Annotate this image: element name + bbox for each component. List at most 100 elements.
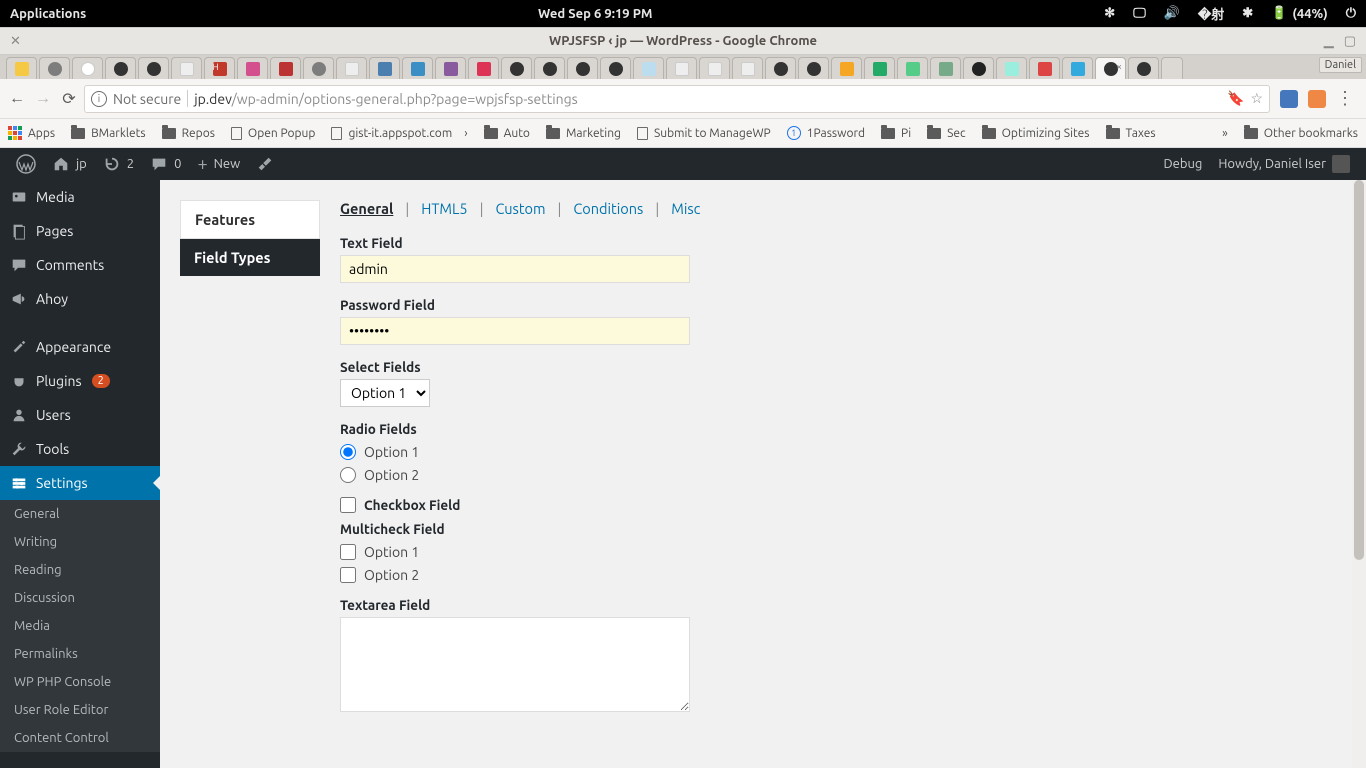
browser-tab[interactable]	[171, 57, 202, 79]
browser-tab[interactable]	[831, 57, 862, 79]
browser-tab[interactable]	[864, 57, 895, 79]
bookmark-folder[interactable]: Marketing	[546, 127, 621, 140]
browser-tab[interactable]	[303, 57, 334, 79]
wifi-icon[interactable]: �射	[1198, 4, 1224, 23]
battery-indicator[interactable]: 🔋 (44%)	[1271, 6, 1328, 21]
browser-tab[interactable]	[501, 57, 532, 79]
site-link[interactable]: jp	[44, 148, 95, 180]
menu-users[interactable]: Users	[0, 398, 160, 432]
browser-tab[interactable]	[567, 57, 598, 79]
browser-tab[interactable]	[963, 57, 994, 79]
apps-shortcut[interactable]: Apps	[8, 126, 55, 140]
bookmark-folder[interactable]: Pi	[881, 127, 911, 140]
browser-tab[interactable]	[72, 57, 103, 79]
tab-custom[interactable]: Custom	[495, 200, 545, 217]
bookmark-folder[interactable]: Repos	[162, 127, 215, 140]
submenu-permalinks[interactable]: Permalinks	[0, 640, 160, 668]
menu-comments[interactable]: Comments	[0, 248, 160, 282]
bookmarks-overflow[interactable]: »	[1222, 127, 1228, 140]
submenu-media[interactable]: Media	[0, 612, 160, 640]
submenu-writing[interactable]: Writing	[0, 528, 160, 556]
bookmark-folder[interactable]: BMarklets	[71, 127, 146, 140]
reload-button[interactable]: ⟳	[58, 89, 80, 108]
bluetooth-icon[interactable]: ✱	[1242, 6, 1253, 21]
tab-general[interactable]: General	[340, 200, 393, 217]
select-field[interactable]: Option 1	[340, 379, 430, 407]
browser-tab[interactable]	[138, 57, 169, 79]
browser-tab[interactable]	[336, 57, 367, 79]
minimize-icon[interactable]: ▁	[1324, 34, 1334, 49]
browser-tab[interactable]	[633, 57, 664, 79]
submenu-content-control[interactable]: Content Control	[0, 724, 160, 752]
submenu-general[interactable]: General	[0, 500, 160, 528]
menu-media[interactable]: Media	[0, 180, 160, 214]
password-field-input[interactable]	[340, 317, 690, 345]
new-content[interactable]: +New	[189, 148, 248, 180]
bookmark-link[interactable]: gist-it.appspot.com›	[331, 127, 467, 140]
menu-tools[interactable]: Tools	[0, 432, 160, 466]
scrollbar-thumb[interactable]	[1354, 180, 1364, 560]
browser-tab[interactable]	[237, 57, 268, 79]
new-tab-button[interactable]	[1161, 57, 1183, 79]
checkbox-field[interactable]	[340, 497, 356, 513]
menu-ahoy[interactable]: Ahoy	[0, 282, 160, 316]
browser-tab[interactable]	[468, 57, 499, 79]
textarea-field[interactable]	[340, 617, 690, 712]
menu-plugins[interactable]: Plugins2	[0, 364, 160, 398]
browser-tab[interactable]	[930, 57, 961, 79]
bookmark-folder[interactable]: Auto	[484, 127, 530, 140]
browser-tab[interactable]	[369, 57, 400, 79]
menu-settings[interactable]: Settings	[0, 466, 160, 500]
site-info-icon[interactable]: i	[91, 91, 107, 107]
chrome-menu-icon[interactable]: ⋮	[1336, 88, 1354, 109]
browser-tab[interactable]	[996, 57, 1027, 79]
updates-link[interactable]: 2	[95, 148, 142, 180]
maximize-icon[interactable]: ▢	[1344, 34, 1356, 49]
bookmark-folder[interactable]: Optimizing Sites	[982, 127, 1090, 140]
browser-tab[interactable]	[732, 57, 763, 79]
browser-tab[interactable]	[105, 57, 136, 79]
submenu-reading[interactable]: Reading	[0, 556, 160, 584]
star-icon[interactable]: ☆	[1250, 90, 1263, 107]
browser-tab[interactable]	[699, 57, 730, 79]
applications-menu[interactable]: Applications	[10, 7, 86, 21]
browser-tab[interactable]	[270, 57, 301, 79]
other-bookmarks[interactable]: Other bookmarks	[1244, 127, 1358, 140]
power-icon[interactable]: ⏻	[1346, 6, 1356, 21]
browser-tab[interactable]	[402, 57, 433, 79]
browser-tab[interactable]	[39, 57, 70, 79]
browser-tab[interactable]	[1128, 57, 1159, 79]
submenu-wp-php-console[interactable]: WP PHP Console	[0, 668, 160, 696]
tab-features[interactable]: Features	[180, 200, 320, 239]
address-bar[interactable]: i Not secure jp.dev/wp-admin/options-gen…	[84, 85, 1270, 113]
bookmark-link[interactable]: Open Popup	[231, 127, 316, 140]
comments-link[interactable]: 0	[142, 148, 189, 180]
tab-misc[interactable]: Misc	[671, 200, 700, 217]
tab-conditions[interactable]: Conditions	[573, 200, 643, 217]
browser-tab-active[interactable]: ×	[1095, 57, 1126, 79]
back-button[interactable]: ←	[6, 89, 28, 108]
debug-link[interactable]: Debug	[1156, 148, 1211, 180]
chrome-profile-badge[interactable]: Daniel	[1319, 57, 1362, 73]
display-icon[interactable]: 🖵	[1133, 6, 1146, 21]
radio-option-2[interactable]	[340, 467, 356, 483]
menu-appearance[interactable]: Appearance	[0, 330, 160, 364]
browser-tab[interactable]	[897, 57, 928, 79]
browser-tab[interactable]: H	[204, 57, 235, 79]
autofill-icon[interactable]: 🔖	[1227, 90, 1244, 107]
browser-tab[interactable]	[435, 57, 466, 79]
browser-tab[interactable]	[1029, 57, 1060, 79]
close-icon[interactable]: ✕	[10, 34, 21, 49]
extension-icon[interactable]	[1308, 90, 1326, 108]
bookmark-folder[interactable]: Taxes	[1106, 127, 1156, 140]
menu-pages[interactable]: Pages	[0, 214, 160, 248]
wp-logo[interactable]	[8, 148, 44, 180]
submenu-user-role-editor[interactable]: User Role Editor	[0, 696, 160, 724]
browser-tab[interactable]	[666, 57, 697, 79]
clock[interactable]: Wed Sep 6 9:19 PM	[538, 7, 652, 21]
scrollbar[interactable]	[1352, 180, 1366, 768]
tab-html5[interactable]: HTML5	[421, 200, 467, 217]
browser-tab[interactable]	[1062, 57, 1093, 79]
radio-option-1[interactable]	[340, 444, 356, 460]
browser-tab[interactable]	[6, 57, 37, 79]
